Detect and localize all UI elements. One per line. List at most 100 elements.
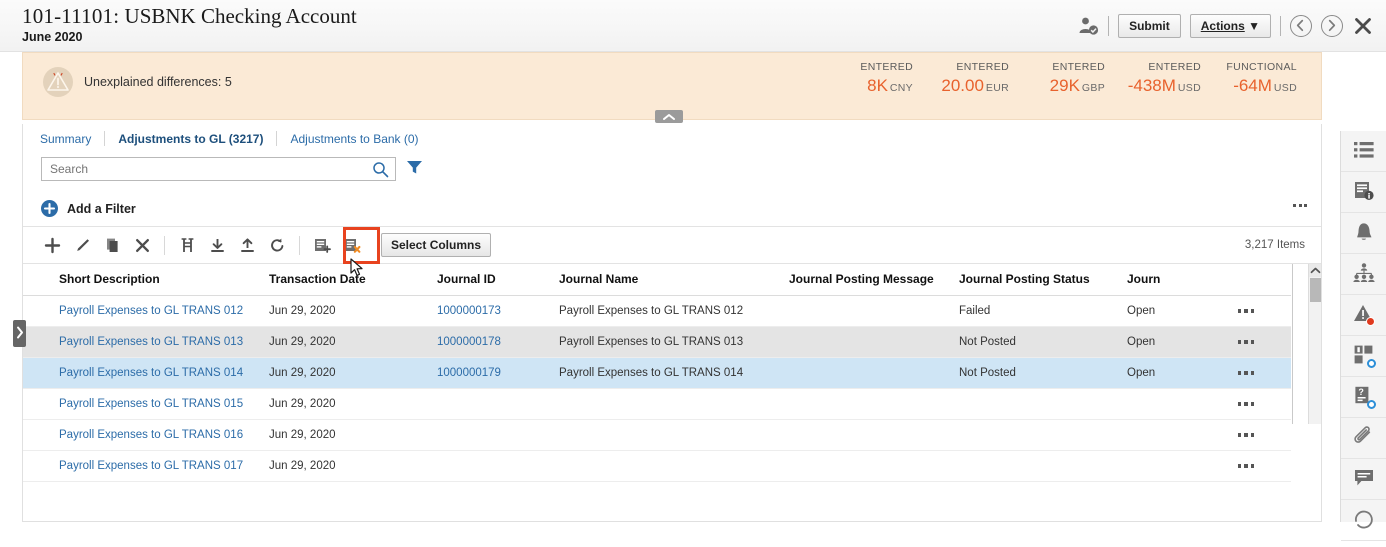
right-rail: ? bbox=[1340, 131, 1386, 522]
journal-name-cell: Payroll Expenses to GL TRANS 014 bbox=[559, 358, 789, 389]
collapse-banner-button[interactable] bbox=[655, 110, 683, 123]
expand-left-panel-handle[interactable] bbox=[13, 320, 26, 347]
tab-adjustments-to-gl[interactable]: Adjustments to GL (3217) bbox=[105, 132, 276, 146]
scrollbar-thumb[interactable] bbox=[1310, 278, 1321, 302]
transaction-date-cell: Jun 29, 2020 bbox=[269, 451, 437, 482]
column-header-actions bbox=[1201, 264, 1291, 296]
row-actions-menu[interactable] bbox=[1201, 402, 1291, 406]
rail-item-document-info[interactable] bbox=[1341, 172, 1386, 213]
column-header-journal-posting-message[interactable]: Journal Posting Message bbox=[789, 264, 959, 296]
rail-item-history[interactable] bbox=[1341, 500, 1386, 541]
select-columns-button[interactable]: Select Columns bbox=[381, 233, 491, 257]
org-chart-icon bbox=[1352, 262, 1376, 287]
journal-id-cell bbox=[437, 451, 559, 482]
add-filter-row: Add a Filter bbox=[23, 191, 1321, 227]
tab-summary[interactable]: Summary bbox=[40, 132, 104, 146]
bell-icon bbox=[1353, 221, 1375, 246]
total-item: ENTERED -438MUSD bbox=[1115, 61, 1211, 96]
short-description-link[interactable]: Payroll Expenses to GL TRANS 016 bbox=[59, 429, 243, 441]
previous-arrow-icon[interactable] bbox=[1290, 15, 1312, 37]
search-box[interactable] bbox=[41, 157, 396, 181]
transaction-date-cell: Jun 29, 2020 bbox=[269, 389, 437, 420]
column-header-journal-posting-status[interactable]: Journal Posting Status bbox=[959, 264, 1127, 296]
tab-adjustments-to-bank[interactable]: Adjustments to Bank (0) bbox=[277, 132, 431, 146]
table-row[interactable]: Payroll Expenses to GL TRANS 013 Jun 29,… bbox=[23, 327, 1291, 358]
duplicate-icon[interactable] bbox=[97, 232, 127, 258]
download-icon[interactable] bbox=[202, 232, 232, 258]
rail-item-warning-alert[interactable] bbox=[1341, 295, 1386, 336]
warning-triangle-icon bbox=[43, 67, 73, 97]
rail-item-attachment[interactable] bbox=[1341, 418, 1386, 459]
row-actions-menu[interactable] bbox=[1201, 464, 1291, 468]
rail-item-question-document[interactable]: ? bbox=[1341, 377, 1386, 418]
table-header-row: Short Description Transaction Date Journ… bbox=[23, 264, 1291, 296]
toolbar-divider bbox=[164, 236, 165, 255]
column-header-journal-id[interactable]: Journal ID bbox=[437, 264, 559, 296]
rail-item-list[interactable] bbox=[1341, 131, 1386, 172]
total-value: -438M bbox=[1128, 76, 1176, 95]
table-row[interactable]: Payroll Expenses to GL TRANS 014 Jun 29,… bbox=[23, 358, 1291, 389]
short-description-link[interactable]: Payroll Expenses to GL TRANS 014 bbox=[59, 367, 243, 379]
journal-id-link[interactable]: 1000000173 bbox=[437, 305, 501, 317]
search-input[interactable] bbox=[48, 159, 358, 179]
row-actions-menu[interactable] bbox=[1201, 340, 1291, 344]
panel-overflow-menu[interactable] bbox=[1293, 204, 1307, 207]
column-header-transaction-date[interactable]: Transaction Date bbox=[269, 264, 437, 296]
column-header-short-description[interactable]: Short Description bbox=[23, 264, 269, 296]
add-row-icon[interactable] bbox=[307, 232, 337, 258]
row-actions-menu[interactable] bbox=[1201, 433, 1291, 437]
next-arrow-icon[interactable] bbox=[1321, 15, 1343, 37]
table-row[interactable]: Payroll Expenses to GL TRANS 015 Jun 29,… bbox=[23, 389, 1291, 420]
add-filter-label[interactable]: Add a Filter bbox=[67, 202, 136, 216]
transaction-date-cell: Jun 29, 2020 bbox=[269, 327, 437, 358]
short-description-link[interactable]: Payroll Expenses to GL TRANS 017 bbox=[59, 460, 243, 472]
table-row[interactable]: Payroll Expenses to GL TRANS 016 Jun 29,… bbox=[23, 420, 1291, 451]
journal-name-cell: Payroll Expenses to GL TRANS 013 bbox=[559, 327, 789, 358]
journal-truncated-cell: Open bbox=[1127, 327, 1201, 358]
actions-menu-button[interactable]: Actions ▼ bbox=[1190, 14, 1271, 38]
search-icon[interactable] bbox=[372, 161, 389, 181]
account-name: USBNK Checking Account bbox=[119, 4, 356, 28]
header-divider-2 bbox=[1280, 16, 1281, 36]
table-row[interactable]: Payroll Expenses to GL TRANS 012 Jun 29,… bbox=[23, 296, 1291, 327]
rail-item-org-chart[interactable] bbox=[1341, 254, 1386, 295]
short-description-link[interactable]: Payroll Expenses to GL TRANS 012 bbox=[59, 305, 243, 317]
row-actions-menu[interactable] bbox=[1201, 371, 1291, 375]
remove-row-icon[interactable] bbox=[337, 232, 367, 258]
frozen-column-divider bbox=[1292, 264, 1293, 424]
total-value: 8K bbox=[867, 76, 888, 95]
column-header-journal-name[interactable]: Journal Name bbox=[559, 264, 789, 296]
close-icon[interactable] bbox=[1352, 15, 1374, 37]
add-filter-icon[interactable] bbox=[41, 200, 58, 217]
rail-item-bell[interactable] bbox=[1341, 213, 1386, 254]
short-description-link[interactable]: Payroll Expenses to GL TRANS 015 bbox=[59, 398, 243, 410]
title-block: 101-11101: USBNK Checking Account June 2… bbox=[22, 4, 357, 44]
chevron-up-icon bbox=[662, 110, 676, 124]
warning-text: Unexplained differences: 5 bbox=[84, 75, 232, 89]
actions-label: Actions bbox=[1201, 19, 1245, 33]
table-vertical-scrollbar[interactable] bbox=[1308, 264, 1321, 424]
person-check-icon[interactable] bbox=[1077, 15, 1099, 37]
edit-icon[interactable] bbox=[67, 232, 97, 258]
journal-id-link[interactable]: 1000000179 bbox=[437, 367, 501, 379]
refresh-icon[interactable] bbox=[262, 232, 292, 258]
total-label: ENTERED bbox=[837, 61, 913, 73]
journal-posting-status-cell: Not Posted bbox=[959, 358, 1127, 389]
filter-funnel-icon[interactable] bbox=[406, 160, 423, 178]
upload-icon[interactable] bbox=[232, 232, 262, 258]
rail-item-dashboard-tiles[interactable] bbox=[1341, 336, 1386, 377]
submit-button[interactable]: Submit bbox=[1118, 14, 1181, 38]
adjustments-panel: Summary Adjustments to GL (3217) Adjustm… bbox=[22, 124, 1322, 522]
column-header-journal-truncated[interactable]: Journ bbox=[1127, 264, 1201, 296]
row-actions-menu[interactable] bbox=[1201, 309, 1291, 313]
add-icon[interactable] bbox=[37, 232, 67, 258]
table-row[interactable]: Payroll Expenses to GL TRANS 017 Jun 29,… bbox=[23, 451, 1291, 482]
adjustments-table: Short Description Transaction Date Journ… bbox=[23, 264, 1291, 482]
delete-icon[interactable] bbox=[127, 232, 157, 258]
rail-item-comment[interactable] bbox=[1341, 459, 1386, 500]
split-icon[interactable] bbox=[172, 232, 202, 258]
journal-id-link[interactable]: 1000000178 bbox=[437, 336, 501, 348]
scroll-up-arrow-icon[interactable] bbox=[1309, 264, 1321, 277]
short-description-link[interactable]: Payroll Expenses to GL TRANS 013 bbox=[59, 336, 243, 348]
journal-posting-message-cell bbox=[789, 327, 959, 358]
